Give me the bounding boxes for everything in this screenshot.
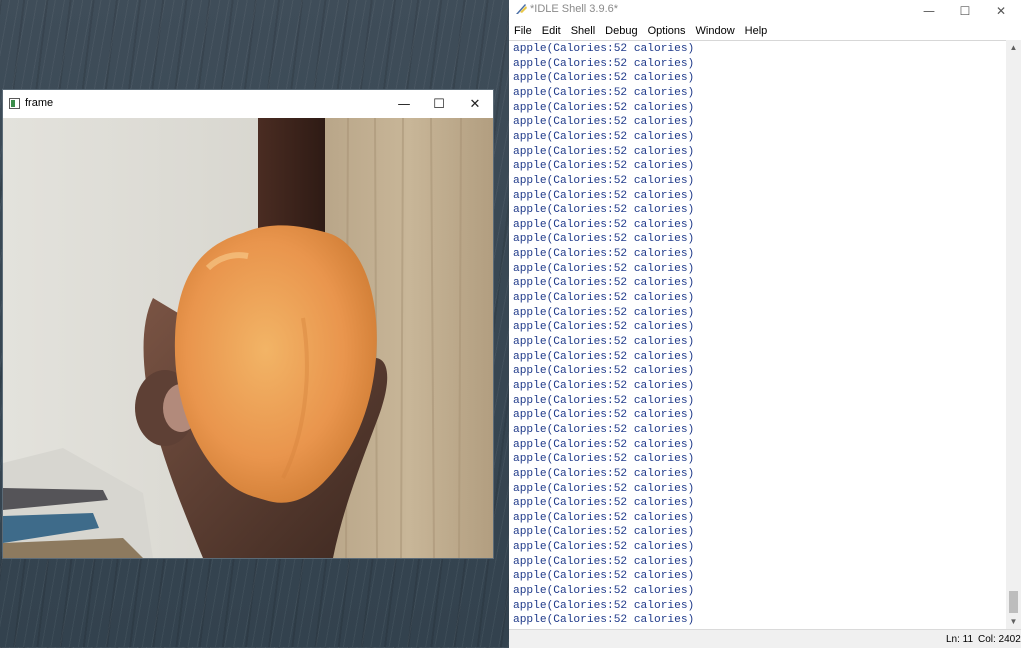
output-line: apple(Calories:52 calories) bbox=[513, 350, 695, 363]
output-line: apple(Calories:52 calories) bbox=[513, 585, 695, 598]
output-line: apple(Calories:52 calories) bbox=[513, 262, 695, 275]
output-line: apple(Calories:52 calories) bbox=[513, 277, 695, 290]
menu-debug[interactable]: Debug bbox=[600, 22, 642, 39]
output-line: apple(Calories:52 calories) bbox=[513, 204, 695, 217]
output-line: apple(Calories:52 calories) bbox=[513, 423, 695, 436]
app-window-icon bbox=[9, 98, 20, 109]
status-column-number: Col: 2402 bbox=[978, 634, 1021, 645]
output-line: apple(Calories:52 calories) bbox=[513, 394, 695, 407]
output-line: apple(Calories:52 calories) bbox=[513, 189, 695, 202]
menu-bar: File Edit Shell Debug Options Window Hel… bbox=[509, 22, 1021, 40]
output-line: apple(Calories:52 calories) bbox=[513, 101, 695, 114]
output-line: apple(Calories:52 calories) bbox=[513, 72, 695, 85]
menu-options[interactable]: Options bbox=[643, 22, 691, 39]
scroll-up-icon[interactable]: ▲ bbox=[1006, 40, 1021, 55]
output-line: apple(Calories:52 calories) bbox=[513, 599, 695, 612]
output-line: apple(Calories:52 calories) bbox=[513, 511, 695, 524]
output-line: apple(Calories:52 calories) bbox=[513, 336, 695, 348]
output-line: apple(Calories:52 calories) bbox=[513, 233, 695, 246]
output-line: apple(Calories:52 calories) bbox=[513, 86, 695, 99]
output-line: apple(Calories:52 calories) bbox=[513, 116, 695, 129]
output-line: apple(Calories:52 calories) bbox=[513, 292, 695, 305]
maximize-button[interactable]: ☐ bbox=[421, 90, 457, 118]
output-line: apple(Calories:52 calories) bbox=[513, 570, 695, 583]
output-line: apple(Calories:52 calories) bbox=[513, 130, 695, 143]
idle-title: *IDLE Shell 3.9.6* bbox=[530, 3, 619, 15]
menu-window[interactable]: Window bbox=[691, 22, 740, 39]
status-bar: Ln: 11 Col: 2402 bbox=[509, 629, 1021, 648]
menu-shell[interactable]: Shell bbox=[566, 22, 600, 39]
shell-output-area[interactable]: apple(Calories:52 calories) apple(Calorie… bbox=[509, 40, 1006, 630]
idle-close-button[interactable]: ✕ bbox=[983, 0, 1019, 21]
vertical-scrollbar[interactable]: ▲ ▼ bbox=[1006, 40, 1021, 629]
output-line: apple(Calories:52 calories) bbox=[513, 306, 695, 319]
idle-title-bar[interactable]: *IDLE Shell 3.9.6* — ☐ ✕ bbox=[509, 0, 1021, 21]
output-line: apple(Calories:52 calories) bbox=[513, 160, 695, 173]
output-line: apple(Calories:52 calories) bbox=[513, 174, 695, 187]
output-line: apple(Calories:52 calories) bbox=[513, 541, 695, 554]
output-line: apple(Calories:52 calories) bbox=[513, 321, 695, 334]
output-line: apple(Calories:52 calories) bbox=[513, 526, 695, 539]
idle-shell-window[interactable]: *IDLE Shell 3.9.6* — ☐ ✕ File Edit Shell… bbox=[509, 0, 1021, 648]
frame-window[interactable]: frame — ☐ ✕ bbox=[3, 90, 493, 558]
output-line: apple(Calories:52 calories) bbox=[513, 497, 695, 510]
output-line: apple(Calories:52 calories) bbox=[513, 482, 695, 495]
frame-title: frame bbox=[25, 97, 54, 109]
scroll-down-icon[interactable]: ▼ bbox=[1006, 614, 1021, 629]
output-line: apple(Calories:52 calories) bbox=[513, 365, 695, 378]
output-line: apple(Calories:52 calories) bbox=[513, 145, 695, 158]
output-line: apple(Calories:52 calories) bbox=[513, 453, 695, 466]
output-line: apple(Calories:52 calories) bbox=[513, 379, 695, 392]
scrollbar-thumb[interactable] bbox=[1009, 591, 1018, 613]
menu-help[interactable]: Help bbox=[740, 22, 773, 39]
output-line: apple(Calories:52 calories) bbox=[513, 218, 695, 231]
minimize-button[interactable]: — bbox=[386, 90, 422, 118]
close-button[interactable]: ✕ bbox=[457, 90, 493, 118]
menu-file[interactable]: File bbox=[509, 22, 537, 39]
frame-title-bar[interactable]: frame — ☐ ✕ bbox=[3, 90, 493, 118]
output-line: apple(Calories:52 calories) bbox=[513, 409, 695, 422]
output-line: apple(Calories:52 calories) bbox=[513, 43, 695, 55]
python-feather-icon bbox=[516, 4, 527, 14]
status-line-number: Ln: 11 bbox=[946, 634, 974, 645]
camera-feed-image bbox=[3, 118, 493, 558]
output-line: apple(Calories:52 calories) bbox=[513, 438, 695, 451]
output-line: apple(Calories:52 calories) bbox=[513, 614, 695, 627]
output-line: apple(Calories:52 calories) bbox=[513, 467, 695, 480]
idle-minimize-button[interactable]: — bbox=[911, 0, 947, 21]
output-line: apple(Calories:52 calories) bbox=[513, 248, 695, 261]
output-line: apple(Calories:52 calories) bbox=[513, 57, 695, 70]
output-line: apple(Calories:52 calories) bbox=[513, 555, 695, 568]
idle-maximize-button[interactable]: ☐ bbox=[947, 0, 983, 21]
menu-edit[interactable]: Edit bbox=[537, 22, 566, 39]
